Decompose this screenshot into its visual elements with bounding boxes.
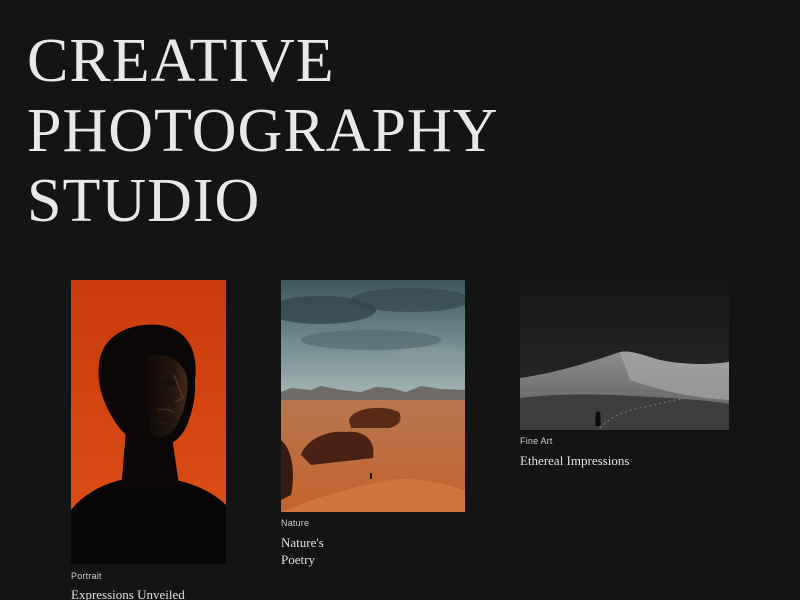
nature-photo[interactable] <box>281 280 465 512</box>
portrait-photo[interactable] <box>71 280 226 564</box>
card-category: Fine Art <box>520 436 553 446</box>
hero-title-line-3: STUDIO <box>27 167 261 235</box>
card-category: Nature <box>281 518 310 528</box>
gallery-card-nature[interactable]: Nature Nature's Poetry <box>281 280 465 580</box>
hero-title-line-1: CREATIVE <box>27 27 335 95</box>
gallery-card-fine-art[interactable]: Fine Art Ethereal Impressions <box>520 280 729 480</box>
page: CREATIVE PHOTOGRAPHY STUDIO Portrait Exp… <box>0 0 800 600</box>
gallery-card-portrait[interactable]: Portrait Expressions Unveiled <box>71 280 226 600</box>
fine-art-photo[interactable] <box>520 280 729 430</box>
hero-title-line-2: PHOTOGRAPHY <box>27 97 499 165</box>
card-category: Portrait <box>71 571 102 581</box>
card-title-link[interactable]: Nature's Poetry <box>281 534 351 568</box>
hero-title: CREATIVE PHOTOGRAPHY STUDIO <box>27 26 499 236</box>
card-title-link[interactable]: Ethereal Impressions <box>520 452 729 469</box>
card-title-link[interactable]: Expressions Unveiled <box>71 586 226 600</box>
